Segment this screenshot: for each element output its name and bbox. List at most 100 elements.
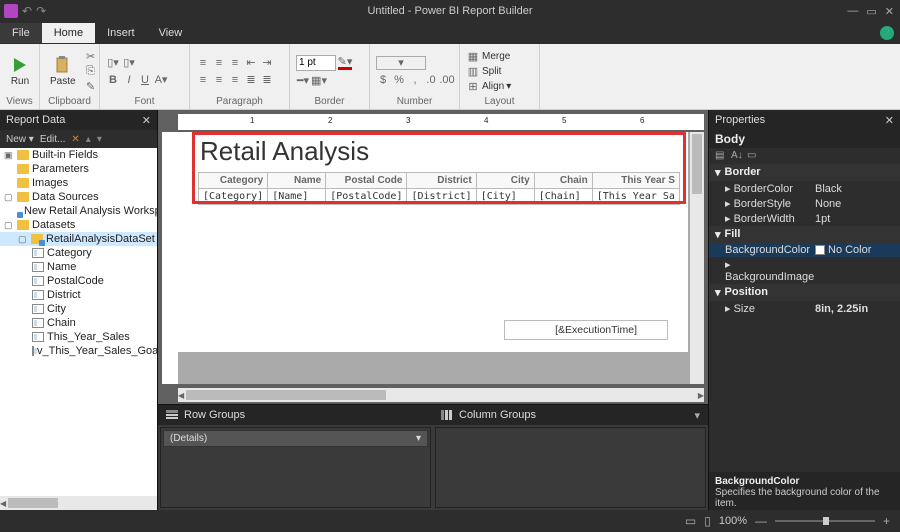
font-color-icon[interactable]: A▾ — [154, 73, 168, 87]
align-center-icon[interactable]: ≡ — [212, 73, 226, 87]
app-icon — [4, 4, 18, 18]
dataset-item[interactable]: ▢RetailAnalysisDataSet — [0, 232, 157, 246]
border-preset-icon[interactable]: ▦▾ — [312, 74, 326, 88]
field-item[interactable]: PostalCode — [0, 274, 157, 288]
statusbar: ▭ ▯ 100% — + — [0, 510, 900, 532]
rd-delete-icon[interactable]: ✕ — [71, 134, 79, 145]
indent-icon[interactable]: ⇥ — [260, 56, 274, 70]
ruler-vertical — [162, 132, 178, 384]
row-groups-pane[interactable]: (Details)▾ — [160, 427, 431, 508]
merge-button[interactable]: Merge — [482, 51, 510, 62]
rd-scroll-h[interactable]: ◀ — [0, 496, 157, 510]
numbers-icon[interactable]: ≣ — [260, 73, 274, 87]
properties-panel: Properties ✕ Body ▤ A↓ ▭ ▾Border ▸ Border… — [708, 110, 900, 510]
report-data-close-icon[interactable]: ✕ — [142, 114, 151, 127]
sb-page-icon[interactable]: ▯ — [704, 514, 711, 528]
undo-icon[interactable]: ↶ — [22, 4, 32, 18]
col-groups-pane[interactable] — [435, 427, 706, 508]
field-item[interactable]: Category — [0, 246, 157, 260]
dec-dec-icon[interactable]: .00 — [440, 73, 454, 87]
properties-object: Body — [709, 130, 900, 148]
dataset-icon — [31, 234, 43, 244]
border-width-input[interactable] — [296, 55, 336, 71]
zoom-out-icon[interactable]: — — [755, 514, 767, 528]
comma-icon[interactable]: , — [408, 73, 422, 87]
ribbon-group-paragraph: Paragraph — [196, 96, 283, 107]
split-icon[interactable]: ▥ — [466, 64, 480, 78]
folder-icon — [17, 178, 29, 188]
properties-title: Properties — [715, 114, 765, 126]
align-button[interactable]: Align — [482, 81, 504, 92]
tab-file[interactable]: File — [0, 23, 42, 43]
tab-insert[interactable]: Insert — [95, 23, 147, 43]
tab-view[interactable]: View — [147, 23, 195, 43]
underline-icon[interactable]: U — [138, 73, 152, 87]
design-scroll-h[interactable]: ◀▶ — [178, 388, 704, 402]
percent-icon[interactable]: % — [392, 73, 406, 87]
prop-pages-icon[interactable]: ▭ — [747, 150, 759, 162]
align-bot-icon[interactable]: ≡ — [228, 56, 242, 70]
folder-icon — [17, 220, 29, 230]
design-scroll-v[interactable] — [690, 132, 704, 384]
align-top-icon[interactable]: ≡ — [196, 56, 210, 70]
window-title: Untitled - Power BI Report Builder — [367, 5, 532, 17]
italic-icon[interactable]: I — [122, 73, 136, 87]
split-button[interactable]: Split — [482, 66, 501, 77]
design-surface: 1 2 3 4 5 6 Retail Analysis Category Nam… — [158, 110, 708, 510]
border-style-icon[interactable]: ━▾ — [296, 74, 310, 88]
prop-az-icon[interactable]: A↓ — [731, 150, 743, 162]
ribbon-group-number: Number — [376, 96, 453, 107]
field-item[interactable]: v_This_Year_Sales_Goal — [0, 344, 157, 358]
rd-down-icon[interactable]: ▾ — [97, 134, 102, 145]
zoom-in-icon[interactable]: + — [883, 514, 890, 528]
run-button[interactable]: Run — [6, 53, 34, 89]
redo-icon[interactable]: ↷ — [36, 4, 46, 18]
align-mid-icon[interactable]: ≡ — [212, 56, 226, 70]
field-icon — [32, 304, 44, 314]
field-item[interactable]: District — [0, 288, 157, 302]
bold-icon[interactable]: B — [106, 73, 120, 87]
details-group[interactable]: (Details)▾ — [163, 430, 428, 447]
prop-backgroundcolor[interactable]: BackgroundColorNo Color — [709, 243, 900, 257]
ribbon-group-clipboard: Clipboard — [46, 96, 93, 107]
merge-icon[interactable]: ▦ — [466, 49, 480, 63]
field-icon — [32, 346, 34, 356]
rd-new-button[interactable]: New ▾ — [6, 134, 34, 145]
rd-up-icon[interactable]: ▴ — [86, 134, 91, 145]
paste-button[interactable]: Paste — [46, 53, 80, 89]
maximize-icon[interactable]: ▭ — [866, 5, 876, 18]
prop-cat-icon[interactable]: ▤ — [715, 150, 727, 162]
field-item[interactable]: Chain — [0, 316, 157, 330]
cut-icon[interactable]: ✂ — [84, 49, 98, 63]
bullets-icon[interactable]: ≣ — [244, 73, 258, 87]
help-icon[interactable]: ? — [880, 26, 894, 40]
field-item[interactable]: This_Year_Sales — [0, 330, 157, 344]
report-data-tree[interactable]: ▣Built-in Fields Parameters Images ▢Data… — [0, 148, 157, 496]
groups-menu-icon[interactable]: ▾ — [694, 409, 700, 422]
zoom-slider[interactable] — [775, 520, 875, 522]
border-color-icon[interactable]: ✎▾ — [338, 56, 352, 70]
zoom-level: 100% — [719, 515, 747, 527]
close-icon[interactable]: ✕ — [885, 5, 894, 18]
align-left-icon[interactable]: ≡ — [196, 73, 210, 87]
folder-icon — [17, 164, 29, 174]
rd-edit-button[interactable]: Edit... — [40, 134, 66, 145]
minimize-icon[interactable]: — — [847, 5, 858, 18]
sb-layout-icon[interactable]: ▭ — [685, 514, 696, 528]
tab-home[interactable]: Home — [42, 23, 95, 43]
field-item[interactable]: City — [0, 302, 157, 316]
report-body[interactable]: Retail Analysis Category Name Postal Cod… — [178, 132, 704, 384]
number-format-select[interactable]: ▾ — [376, 56, 426, 70]
align-icon[interactable]: ⊞ — [466, 79, 480, 93]
currency-icon[interactable]: $ — [376, 73, 390, 87]
execution-time-placeholder[interactable]: [&ExecutionTime] — [504, 320, 668, 340]
outdent-icon[interactable]: ⇤ — [244, 56, 258, 70]
copy-icon[interactable]: ⎘ — [84, 64, 98, 78]
align-right-icon[interactable]: ≡ — [228, 73, 242, 87]
menubar: File Home Insert View ? — [0, 22, 900, 44]
brush-icon[interactable]: ✎ — [84, 79, 98, 93]
property-grid[interactable]: ▾Border ▸ BorderColorBlack ▸ BorderStyle… — [709, 164, 900, 472]
properties-close-icon[interactable]: ✕ — [885, 114, 894, 127]
inc-dec-icon[interactable]: .0 — [424, 73, 438, 87]
field-item[interactable]: Name — [0, 260, 157, 274]
